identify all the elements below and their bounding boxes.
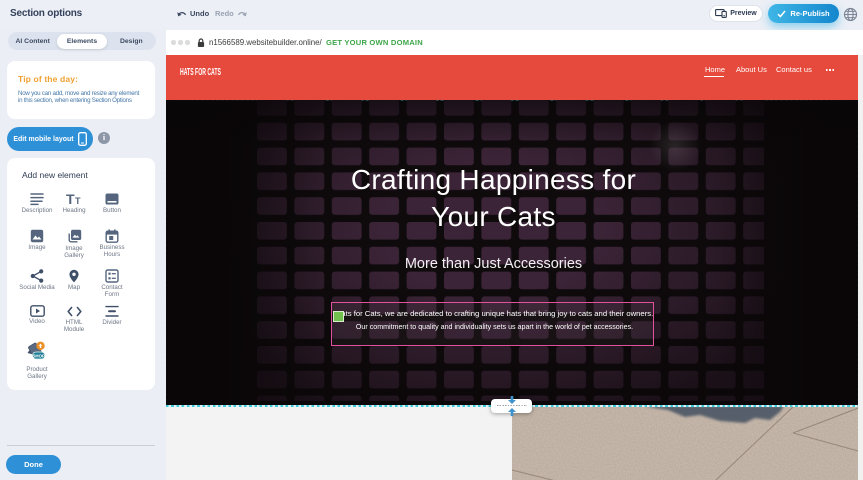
svg-text:SHOP: SHOP — [32, 353, 45, 358]
svg-text:T: T — [75, 196, 81, 206]
svg-text:T: T — [66, 192, 75, 206]
